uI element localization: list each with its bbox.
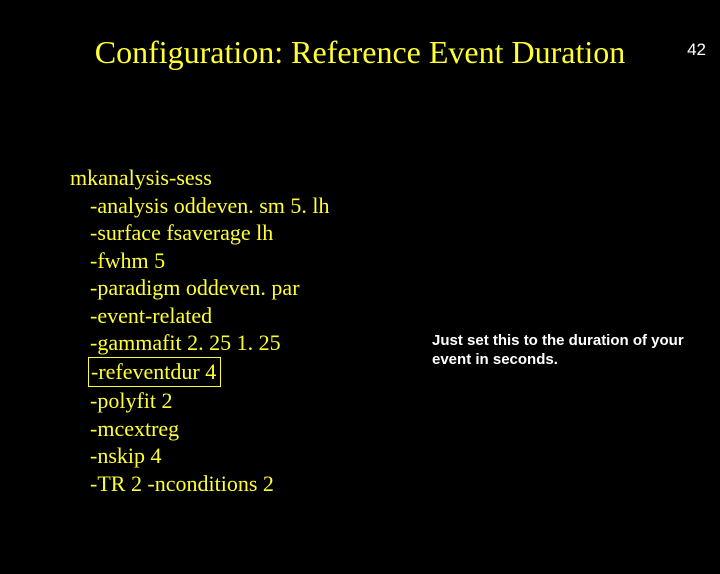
command-arg: -TR 2 -nconditions 2: [70, 470, 330, 498]
page-number: 42: [687, 40, 706, 60]
command-arg: -nskip 4: [70, 442, 330, 470]
command-arg: -paradigm oddeven. par: [70, 274, 330, 302]
command-args: -analysis oddeven. sm 5. lh-surface fsav…: [70, 192, 330, 498]
command-arg: -analysis oddeven. sm 5. lh: [70, 192, 330, 220]
annotation-note: Just set this to the duration of your ev…: [432, 332, 692, 370]
command-name: mkanalysis-sess: [70, 164, 330, 192]
command-arg: -mcextreg: [70, 415, 330, 443]
command-arg: -event-related: [70, 302, 330, 330]
command-arg: -surface fsaverage lh: [70, 219, 330, 247]
slide-title: Configuration: Reference Event Duration: [0, 34, 720, 71]
command-arg: -fwhm 5: [70, 247, 330, 275]
command-arg: -polyfit 2: [70, 387, 330, 415]
highlighted-arg: -refeventdur 4: [88, 357, 221, 388]
command-block: mkanalysis-sess -analysis oddeven. sm 5.…: [70, 164, 330, 497]
command-arg: -gammafit 2. 25 1. 25: [70, 329, 330, 357]
